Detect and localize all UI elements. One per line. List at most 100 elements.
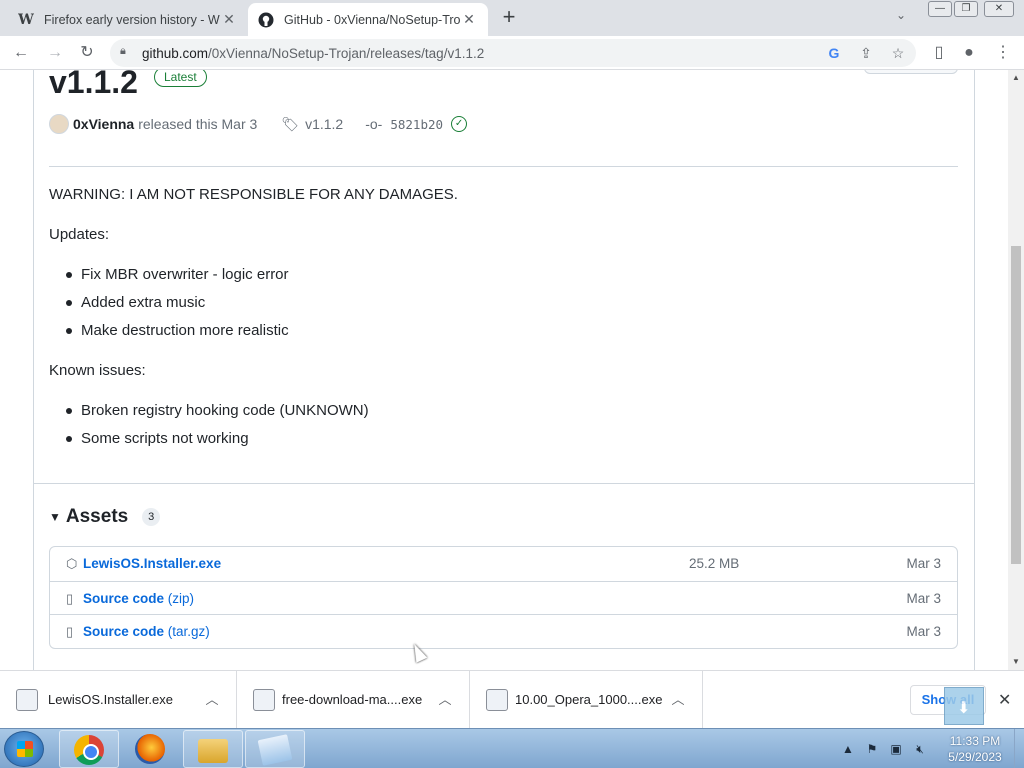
- download-item[interactable]: LewisOS.Installer.exe ︿: [0, 671, 237, 729]
- side-panel-icon[interactable]: ▯: [928, 42, 950, 64]
- tab-github[interactable]: GitHub - 0xVienna/NoSetup-Troj ✕: [248, 3, 488, 36]
- vertical-scrollbar[interactable]: ▲ ▼: [1008, 70, 1024, 670]
- chrome-icon: [74, 735, 104, 765]
- taskbar-explorer[interactable]: [183, 730, 243, 768]
- folder-icon: [198, 739, 228, 763]
- download-filename[interactable]: LewisOS.Installer.exe: [48, 692, 173, 707]
- back-arrow-icon[interactable]: ←: [10, 42, 32, 64]
- installer-file-icon: [253, 689, 275, 711]
- warning-text: WARNING: I AM NOT RESPONSIBLE FOR ANY DA…: [49, 186, 458, 203]
- asset-date: Mar 3: [906, 624, 941, 639]
- tag-link[interactable]: v1.1.2: [305, 116, 343, 132]
- notepad-icon: [257, 734, 293, 766]
- file-zip-icon: ▯: [66, 624, 74, 639]
- url-text[interactable]: github.com/0xVienna/NoSetup-Trojan/relea…: [142, 46, 484, 61]
- scroll-down-arrow-icon[interactable]: ▼: [1012, 657, 1020, 666]
- commit-link[interactable]: 5821b20: [390, 117, 443, 132]
- address-bar[interactable]: 🔒︎ github.com/0xVienna/NoSetup-Trojan/re…: [110, 39, 916, 67]
- verified-check-icon[interactable]: ✓: [451, 116, 468, 132]
- wikipedia-icon: W: [18, 11, 34, 28]
- forward-arrow-icon[interactable]: →: [44, 42, 66, 64]
- browser-toolbar: ← → ↻ 🔒︎ github.com/0xVienna/NoSetup-Tro…: [0, 36, 1024, 70]
- installer-file-icon: [16, 689, 38, 711]
- asset-row: ⬡ LewisOS.Installer.exe 25.2 MB Mar 3: [50, 547, 957, 581]
- profile-icon[interactable]: ●: [958, 42, 980, 64]
- firefox-icon: [135, 734, 165, 764]
- latest-badge: Latest: [154, 70, 207, 87]
- download-filename[interactable]: free-download-ma....exe: [282, 692, 422, 707]
- download-item[interactable]: free-download-ma....exe ︿: [237, 671, 470, 729]
- scrollbar-thumb[interactable]: [1011, 246, 1021, 564]
- list-item: Added extra music: [66, 289, 289, 317]
- download-item[interactable]: 10.00_Opera_1000....exe ︿: [470, 671, 703, 729]
- known-issues-list: Broken registry hooking code (UNKNOWN) S…: [66, 397, 369, 453]
- share-icon[interactable]: ⇪: [856, 43, 876, 63]
- tab-search-chevron-icon[interactable]: ⌄: [896, 8, 906, 22]
- download-arrow-icon: ⬇: [944, 687, 984, 725]
- windows-logo-icon: [17, 741, 33, 757]
- lock-icon[interactable]: 🔒︎: [120, 45, 132, 58]
- github-icon: [258, 12, 274, 28]
- updates-list: Fix MBR overwriter - logic error Added e…: [66, 261, 289, 345]
- tab-wikipedia[interactable]: W Firefox early version history - Wik ✕: [8, 3, 248, 36]
- system-tray: ▲ ⚑ ▣ 🔇︎: [840, 737, 928, 761]
- network-icon[interactable]: ▣: [888, 741, 904, 757]
- show-desktop-button[interactable]: [1014, 729, 1024, 768]
- asset-link[interactable]: Source code (tar.gz): [83, 624, 210, 639]
- tab-strip: W Firefox early version history - Wik ✕ …: [0, 0, 1024, 36]
- scroll-up-arrow-icon[interactable]: ▲: [1012, 73, 1020, 82]
- package-icon: ⬡: [66, 556, 78, 571]
- avatar[interactable]: [49, 114, 69, 134]
- author-link[interactable]: 0xVienna: [73, 116, 134, 132]
- taskbar-chrome[interactable]: [59, 730, 119, 768]
- asset-date: Mar 3: [906, 590, 941, 606]
- taskbar-clock[interactable]: 11:33 PM 5/29/2023: [940, 733, 1010, 765]
- start-button[interactable]: [4, 731, 44, 767]
- divider: [33, 483, 975, 484]
- close-tab-icon[interactable]: ✕: [220, 11, 238, 28]
- taskbar: ▲ ⚑ ▣ 🔇︎ 11:33 PM 5/29/2023: [0, 728, 1024, 768]
- chevron-up-icon[interactable]: ︿: [204, 689, 220, 708]
- assets-toggle[interactable]: ▼ Assets 3: [49, 506, 161, 528]
- google-icon[interactable]: G: [824, 43, 844, 63]
- close-window-button[interactable]: ✕: [984, 1, 1014, 17]
- clock-date: 5/29/2023: [948, 750, 1002, 764]
- tray-expand-icon[interactable]: ▲: [840, 741, 856, 757]
- bookmark-star-icon[interactable]: ☆: [888, 43, 908, 63]
- chevron-up-icon[interactable]: ︿: [670, 689, 686, 708]
- assets-list: ⬡ LewisOS.Installer.exe 25.2 MB Mar 3 ▯ …: [49, 546, 958, 649]
- maximize-button[interactable]: ❐: [954, 1, 978, 17]
- download-filename[interactable]: 10.00_Opera_1000....exe: [515, 692, 662, 707]
- caret-down-icon: ▼: [49, 510, 61, 524]
- asset-row: ▯ Source code (tar.gz) Mar 3: [50, 614, 957, 648]
- commit-icon: -o-: [365, 116, 383, 132]
- action-center-flag-icon[interactable]: ⚑: [864, 741, 880, 757]
- known-issues-heading: Known issues:: [49, 362, 146, 379]
- asset-size: 25.2 MB: [689, 556, 740, 571]
- new-tab-button[interactable]: +: [498, 5, 520, 29]
- asset-link[interactable]: LewisOS.Installer.exe: [83, 556, 221, 571]
- taskbar-notepad[interactable]: [245, 730, 305, 768]
- clock-time: 11:33 PM: [949, 734, 1001, 748]
- tab-title: GitHub - 0xVienna/NoSetup-Troj: [284, 12, 460, 27]
- menu-kebab-icon[interactable]: ⋮: [992, 42, 1014, 64]
- asset-link[interactable]: Source code (zip): [83, 591, 194, 606]
- close-tab-icon[interactable]: ✕: [460, 11, 478, 28]
- reload-icon[interactable]: ↻: [76, 42, 98, 64]
- tab-title: Firefox early version history - Wik: [44, 12, 220, 27]
- minimize-button[interactable]: —: [928, 1, 952, 17]
- page-content: v1.1.2 Latest 0xVienna released this Mar…: [0, 70, 1008, 670]
- chevron-up-icon[interactable]: ︿: [437, 689, 453, 708]
- volume-muted-icon[interactable]: 🔇︎: [912, 741, 928, 757]
- close-icon[interactable]: ✕: [998, 690, 1011, 710]
- edit-release-button[interactable]: [864, 70, 958, 74]
- tag-icon: 🏷︎: [281, 115, 300, 132]
- file-zip-icon: ▯: [66, 590, 74, 606]
- release-meta: 0xVienna released this Mar 3 🏷︎ v1.1.2 -…: [49, 114, 468, 134]
- released-text: released this Mar 3: [138, 116, 258, 132]
- release-version-title[interactable]: v1.1.2: [49, 70, 138, 101]
- taskbar-firefox[interactable]: [121, 730, 181, 768]
- list-item: Broken registry hooking code (UNKNOWN): [66, 397, 369, 425]
- list-item: Fix MBR overwriter - logic error: [66, 261, 289, 289]
- installer-file-icon: [486, 689, 508, 711]
